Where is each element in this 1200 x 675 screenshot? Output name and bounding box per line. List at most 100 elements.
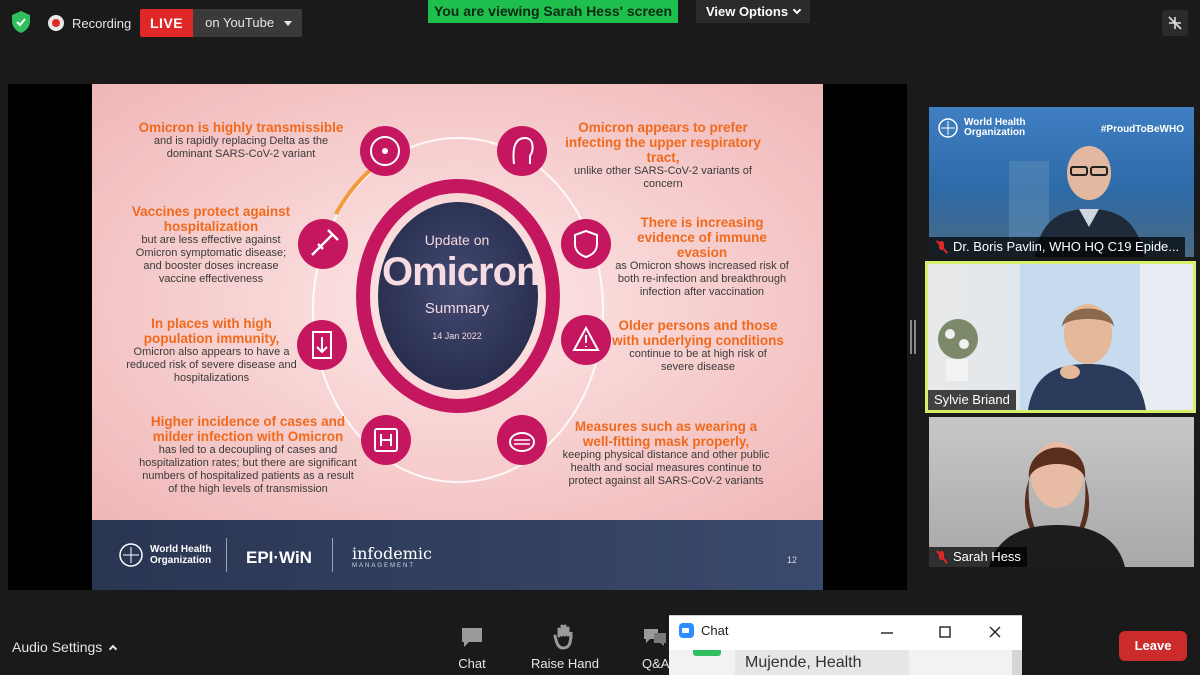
who-line1: World Health [150,544,212,555]
slide-card-vaccines: Vaccines protect against hospitalization… [126,204,296,286]
card-body: and is rapidly replacing Delta as the do… [153,135,329,160]
who-emblem-icon [938,118,958,138]
card-body: as Omicron shows increased risk of both … [615,260,789,298]
live-destination-dropdown[interactable]: on YouTube [193,9,303,37]
footer-divider [226,538,227,572]
card-body: has led to a decoupling of cases and hos… [139,444,357,495]
icon-hospital [361,415,411,465]
live-stream-control[interactable]: LIVE on YouTube [140,9,303,37]
participant-figure [989,442,1125,567]
participant-video-sarah-hess[interactable]: Sarah Hess [929,417,1194,567]
chat-window: Chat Mujende, Health [669,615,1022,675]
shared-screen: Update on Omicron Summary 14 Jan 2022 Om… [8,84,907,590]
recording-label: Recording [72,15,132,31]
view-options-label: View Options [705,4,789,19]
card-body: Omicron also appears to have a reduced r… [126,346,297,384]
icon-syringe [298,219,348,269]
card-body: unlike other SARS-CoV-2 variants of conc… [574,165,752,190]
icon-warning [561,315,611,365]
viewing-screen-banner: You are viewing Sarah Hess' screen [428,0,678,23]
chat-scrollbar[interactable] [1012,650,1022,675]
participant-nameplate: Sylvie Briand [928,390,1016,410]
security-shield-icon[interactable] [10,10,32,34]
mic-muted-icon [935,240,949,254]
slide-card-masks: Measures such as wearing a well-fitting … [562,419,770,488]
footer-divider [332,538,333,572]
icon-shield-virus [561,219,611,269]
slide-body: Update on Omicron Summary 14 Jan 2022 Om… [92,84,823,520]
card-heading: In places with high population immunity, [143,316,280,346]
who-emblem-icon [119,543,143,567]
recording-indicator[interactable]: Recording [48,11,131,35]
card-heading: Higher incidence of cases and milder inf… [150,414,346,444]
presentation-slide: Update on Omicron Summary 14 Jan 2022 Om… [92,84,823,590]
icon-mask [497,415,547,465]
infodemic-subtext: MANAGEMENT [352,563,416,569]
chat-avatar-badge [693,650,721,656]
slide-footer: World Health Organization EPI·WiN infode… [92,520,823,590]
raise-hand-button[interactable]: Raise Hand [525,624,605,671]
chevron-down-icon [792,5,802,15]
icon-arrow-down [297,320,347,370]
card-heading: Older persons and those with underlying … [612,318,784,348]
card-body: but are less effective against Omicron s… [135,234,287,285]
chat-window-titlebar: Chat [679,623,728,638]
participant-video-sylvie-briand[interactable]: Sylvie Briand [925,261,1196,413]
infodemic-logo: infodemic MANAGEMENT [352,544,432,569]
view-options-button[interactable]: View Options [696,0,810,23]
card-heading: Omicron is highly transmissible [138,120,344,135]
raise-hand-label: Raise Hand [531,656,599,671]
who-line2: Organization [150,555,212,566]
epiwin-logo: EPI·WiN [246,548,312,567]
participant-name: Dr. Boris Pavlin, WHO HQ C19 Epide... [953,239,1180,254]
slide-card-transmissible: Omicron is highly transmissible and is r… [136,120,346,161]
mic-muted-icon [935,550,949,564]
participant-nameplate: Sarah Hess [929,547,1027,567]
chat-window-title: Chat [701,623,729,638]
exit-fullscreen-icon[interactable] [1162,10,1188,36]
slide-card-immune-evasion: There is increasing evidence of immune e… [614,215,790,299]
qa-label: Q&A [642,656,670,671]
zoom-app-icon [679,623,694,638]
participant-nameplate: Dr. Boris Pavlin, WHO HQ C19 Epide... [929,237,1186,257]
caret-up-icon [109,644,118,654]
audio-settings-label: Audio Settings [12,639,103,655]
icon-transmission [360,126,410,176]
slide-center-title: Update on Omicron Summary 14 Jan 2022 [382,232,540,341]
splitter-grip [914,320,916,354]
leave-meeting-button[interactable]: Leave [1119,631,1187,661]
participant-name: Sarah Hess [953,549,1021,564]
participant-video-boris-pavlin[interactable]: World Health Organization #ProudToBeWHO … [929,107,1194,257]
slide-page-number: 12 [786,555,797,565]
live-badge: LIVE [140,9,194,37]
qa-icon [644,629,666,646]
live-destination-label: on YouTube [205,15,275,30]
qa-button[interactable]: Q&A [618,624,670,671]
slide-card-higher-incidence: Higher incidence of cases and milder inf… [138,414,358,496]
meeting-top-bar: Recording LIVE on YouTube You are viewin… [0,0,1200,48]
participant-name: Sylvie Briand [934,392,1010,407]
slide-card-older-persons: Older persons and those with underlying … [612,318,784,374]
infodemic-text: infodemic [352,544,432,563]
card-heading: Measures such as wearing a well-fitting … [574,419,758,449]
chat-label: Chat [458,656,486,671]
splitter-grip [910,320,912,354]
who-footer-logo: World Health Organization [118,542,211,568]
participant-figure [938,264,1193,410]
card-heading: Omicron appears to prefer infecting the … [565,120,761,165]
card-heading: There is increasing evidence of immune e… [637,215,767,260]
panel-splitter-handle[interactable] [910,320,916,354]
close-icon[interactable] [985,622,1005,642]
card-heading: Vaccines protect against hospitalization [131,204,291,234]
slide-date: 14 Jan 2022 [432,331,482,341]
audio-settings-button[interactable]: Audio Settings [12,639,118,655]
maximize-icon[interactable] [935,622,955,642]
minimize-icon[interactable] [877,622,897,642]
raise-hand-icon [553,624,573,650]
slide-card-population-immunity: In places with high population immunity,… [124,316,299,385]
icon-respiratory [497,126,547,176]
chat-message-sender: Mujende, Health [735,650,909,675]
card-body: keeping physical distance and other publ… [562,449,770,487]
chat-button[interactable]: Chat [432,624,512,671]
update-on-text: Update on [424,232,490,248]
